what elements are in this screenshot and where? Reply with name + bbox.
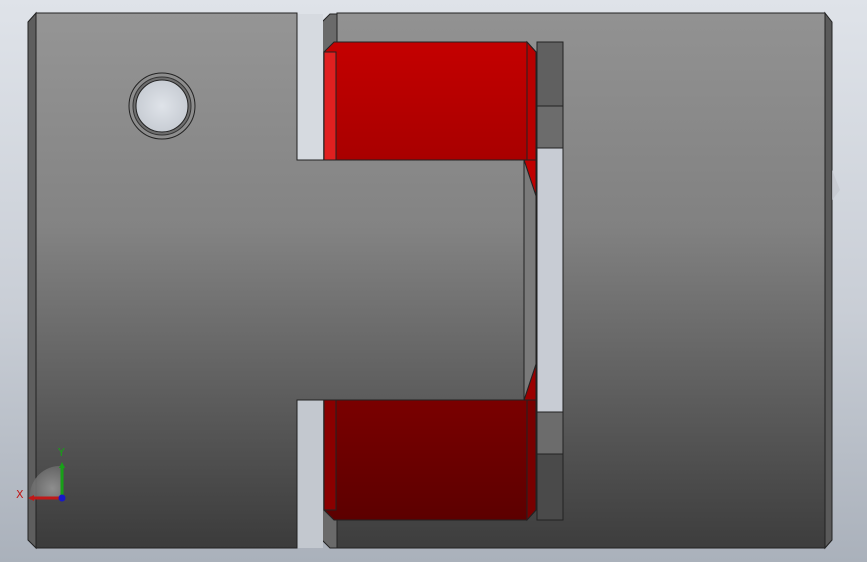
y-axis-label: Y [57,446,65,459]
z-axis-dot [58,494,66,502]
set-screw-hole[interactable] [128,72,196,140]
gap-bottom [297,400,323,548]
gap-top [297,14,323,160]
coupling-model[interactable]: X Y [0,0,867,562]
graphics-viewport[interactable]: X Y [0,0,867,562]
x-axis-label: X [16,488,24,501]
